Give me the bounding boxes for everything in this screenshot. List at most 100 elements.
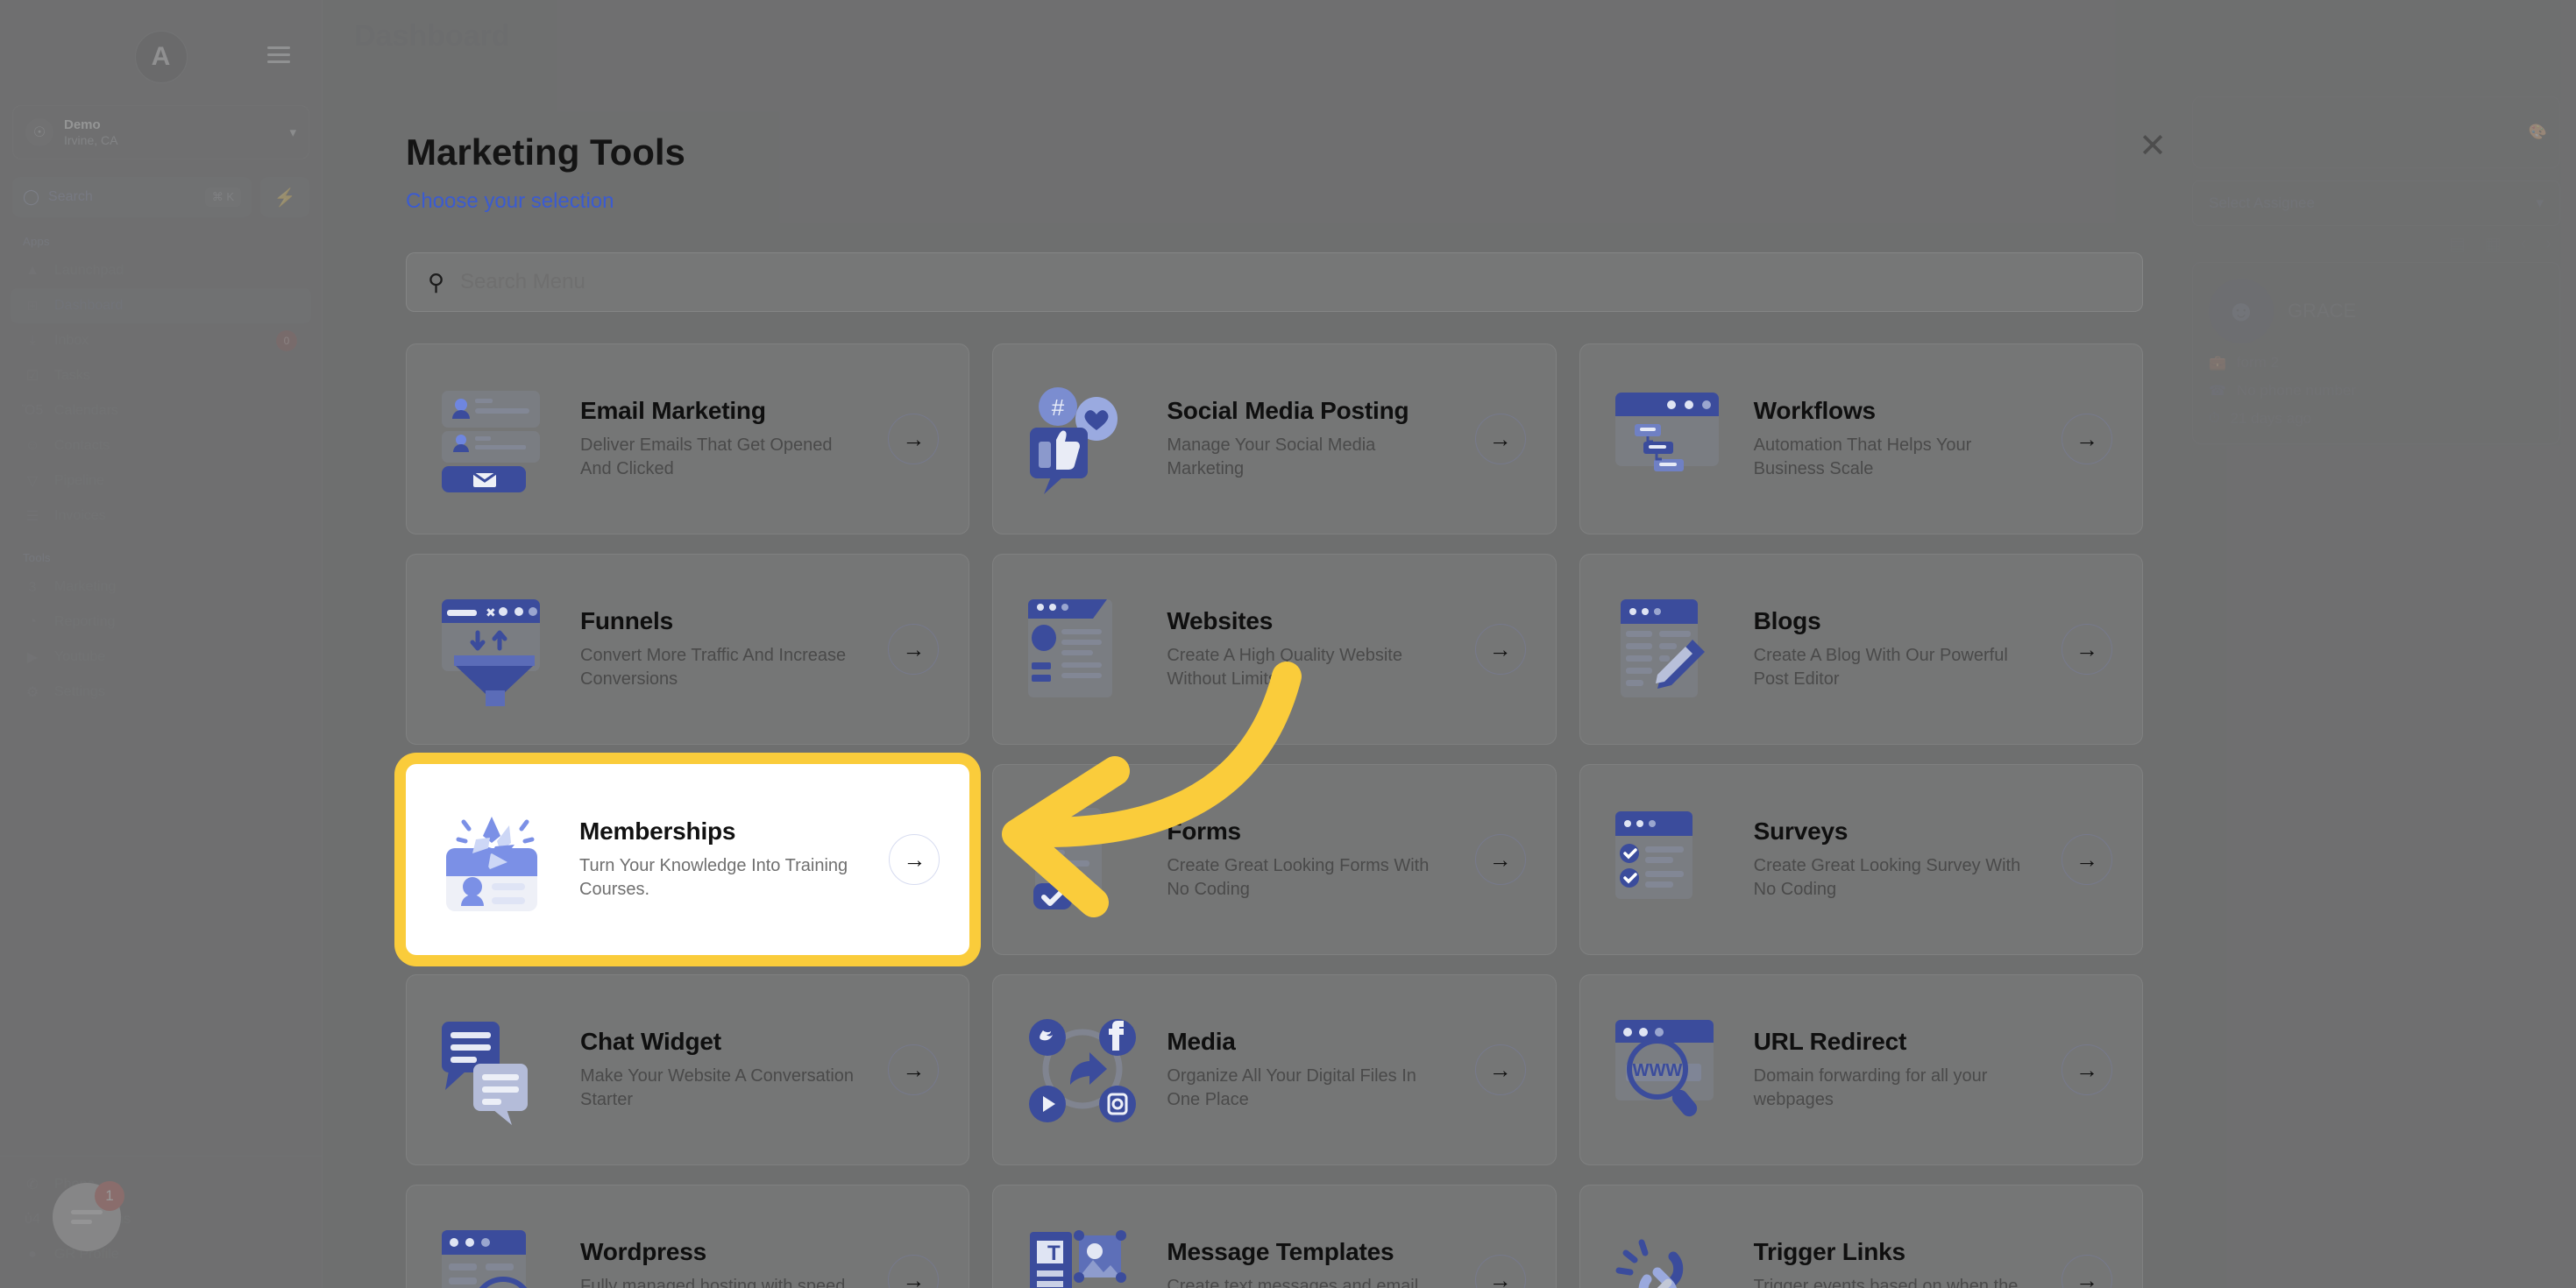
tool-card-title: Funnels [580, 607, 865, 635]
tool-card-websites[interactable]: Websites Create A High Quality Website Wi… [992, 554, 1556, 745]
arrow-right-icon[interactable]: → [888, 1255, 939, 1288]
tool-card-title: Media [1167, 1028, 1451, 1056]
marketing-tools-modal: ✕ Marketing Tools Choose your selection … [323, 39, 2226, 1288]
arrow-right-icon[interactable]: → [888, 1044, 939, 1095]
membership-art [434, 803, 557, 916]
arrow-right-icon[interactable]: → [888, 624, 939, 675]
tool-card-title: Wordpress [580, 1238, 865, 1266]
tool-card-description: Trigger events based on when the link is… [1754, 1275, 2039, 1288]
form-art [1021, 803, 1144, 916]
trigger-art [1608, 1223, 1731, 1288]
svg-text:WWW: WWW [1632, 1061, 1682, 1080]
tool-card-description: Turn Your Knowledge Into Training Course… [579, 854, 866, 902]
tool-card-text: Surveys Create Great Looking Survey With … [1754, 817, 2039, 902]
tool-card-text: Message Templates Create text messages an… [1167, 1238, 1451, 1288]
funnel-art: ✖ [435, 592, 557, 706]
tool-card-blogs[interactable]: Blogs Create A Blog With Our Powerful Pos… [1579, 554, 2143, 745]
tool-card-title: Message Templates [1167, 1238, 1451, 1266]
tool-card-text: Wordpress Fully managed hosting with spee… [580, 1238, 865, 1288]
tool-card-description: Create A High Quality Website Without Li… [1167, 644, 1451, 691]
tool-card-trigger-links[interactable]: Trigger Links Trigger events based on whe… [1579, 1185, 2143, 1288]
tool-card-text: Workflows Automation That Helps Your Busi… [1754, 397, 2039, 481]
arrow-right-icon[interactable]: → [2062, 1255, 2112, 1288]
tool-card-title: Workflows [1754, 397, 2039, 425]
tool-card-title: Websites [1167, 607, 1451, 635]
arrow-right-icon[interactable]: → [889, 834, 940, 885]
tool-card-memberships[interactable]: Memberships Turn Your Knowledge Into Trai… [406, 764, 969, 955]
tool-card-description: Create text messages and email templates [1167, 1275, 1451, 1288]
arrow-right-icon[interactable]: → [2062, 1044, 2112, 1095]
tool-card-text: Memberships Turn Your Knowledge Into Trai… [579, 817, 866, 902]
tool-card-description: Convert More Traffic And Increase Conver… [580, 644, 865, 691]
url-art: WWW [1608, 1013, 1731, 1127]
tools-grid: Email Marketing Deliver Emails That Get O… [406, 343, 2143, 1288]
website-art [1021, 592, 1144, 706]
tool-card-wordpress[interactable]: Wordpress Fully managed hosting with spee… [406, 1185, 969, 1288]
tool-card-title: Forms [1167, 817, 1451, 846]
modal-subtitle: Choose your selection [406, 189, 2143, 214]
arrow-right-icon[interactable]: → [1475, 834, 1526, 885]
arrow-right-icon[interactable]: → [1475, 624, 1526, 675]
tool-card-description: Fully managed hosting with speed and sup… [580, 1275, 865, 1288]
tool-card-text: Media Organize All Your Digital Files In … [1167, 1028, 1451, 1112]
tool-card-description: Create A Blog With Our Powerful Post Edi… [1754, 644, 2039, 691]
tool-card-chat-widget[interactable]: Chat Widget Make Your Website A Conversat… [406, 974, 969, 1165]
tool-card-text: Email Marketing Deliver Emails That Get O… [580, 397, 865, 481]
arrow-right-icon[interactable]: → [2062, 414, 2112, 464]
tool-card-message-templates[interactable]: T A Message Templates Create text message… [992, 1185, 1556, 1288]
social-art: # [1021, 382, 1144, 496]
tool-card-title: Chat Widget [580, 1028, 865, 1056]
media-art [1021, 1013, 1144, 1127]
tool-card-text: Websites Create A High Quality Website Wi… [1167, 607, 1451, 691]
tool-card-description: Create Great Looking Survey With No Codi… [1754, 854, 2039, 902]
arrow-right-icon[interactable]: → [2062, 834, 2112, 885]
wordpress-art [435, 1223, 557, 1288]
svg-text:✖: ✖ [486, 605, 496, 619]
arrow-right-icon[interactable]: → [888, 414, 939, 464]
tool-card-description: Manage Your Social Media Marketing [1167, 434, 1451, 481]
search-menu-input[interactable] [460, 270, 2121, 294]
blog-art [1608, 592, 1731, 706]
search-icon: ⚲ [428, 269, 444, 296]
workflow-art [1608, 382, 1731, 496]
tool-card-description: Organize All Your Digital Files In One P… [1167, 1065, 1451, 1112]
tool-card-email-marketing[interactable]: Email Marketing Deliver Emails That Get O… [406, 343, 969, 534]
tool-card-surveys[interactable]: Surveys Create Great Looking Survey With … [1579, 764, 2143, 955]
tool-card-workflows[interactable]: Workflows Automation That Helps Your Busi… [1579, 343, 2143, 534]
tool-card-text: Forms Create Great Looking Forms With No … [1167, 817, 1451, 902]
tool-card-title: Blogs [1754, 607, 2039, 635]
tool-card-title: Trigger Links [1754, 1238, 2039, 1266]
search-menu-field[interactable]: ⚲ [406, 252, 2143, 312]
tool-card-text: Funnels Convert More Traffic And Increase… [580, 607, 865, 691]
tool-card-social-media-posting[interactable]: # Social Media Posting Manage Your Social… [992, 343, 1556, 534]
tool-card-text: Social Media Posting Manage Your Social M… [1167, 397, 1451, 481]
email-art [435, 382, 557, 496]
tool-card-funnels[interactable]: ✖ Funnels Convert More Traffic And Increa… [406, 554, 969, 745]
tool-card-title: Email Marketing [580, 397, 865, 425]
svg-text:#: # [1052, 394, 1065, 421]
arrow-right-icon[interactable]: → [2062, 624, 2112, 675]
tool-card-description: Domain forwarding for all your webpages [1754, 1065, 2039, 1112]
arrow-right-icon[interactable]: → [1475, 1044, 1526, 1095]
tool-card-text: Blogs Create A Blog With Our Powerful Pos… [1754, 607, 2039, 691]
close-icon[interactable]: ✕ [2133, 127, 2172, 166]
tool-card-text: Trigger Links Trigger events based on whe… [1754, 1238, 2039, 1288]
tool-card-text: Chat Widget Make Your Website A Conversat… [580, 1028, 865, 1112]
chat-art [435, 1013, 557, 1127]
tool-card-title: Social Media Posting [1167, 397, 1451, 425]
tool-card-description: Automation That Helps Your Business Scal… [1754, 434, 2039, 481]
tool-card-url-redirect[interactable]: WWW URL Redirect Domain forwarding for al… [1579, 974, 2143, 1165]
arrow-right-icon[interactable]: → [1475, 414, 1526, 464]
tool-card-description: Make Your Website A Conversation Starter [580, 1065, 865, 1112]
tool-card-forms[interactable]: Forms Create Great Looking Forms With No … [992, 764, 1556, 955]
tool-card-description: Deliver Emails That Get Opened And Click… [580, 434, 865, 481]
tool-card-title: Memberships [579, 817, 866, 846]
survey-art [1608, 803, 1731, 916]
arrow-right-icon[interactable]: → [1475, 1255, 1526, 1288]
tool-card-description: Create Great Looking Forms With No Codin… [1167, 854, 1451, 902]
tool-card-title: URL Redirect [1754, 1028, 2039, 1056]
tool-card-media[interactable]: Media Organize All Your Digital Files In … [992, 974, 1556, 1165]
modal-title: Marketing Tools [406, 39, 2143, 173]
tool-card-text: URL Redirect Domain forwarding for all yo… [1754, 1028, 2039, 1112]
tool-card-title: Surveys [1754, 817, 2039, 846]
